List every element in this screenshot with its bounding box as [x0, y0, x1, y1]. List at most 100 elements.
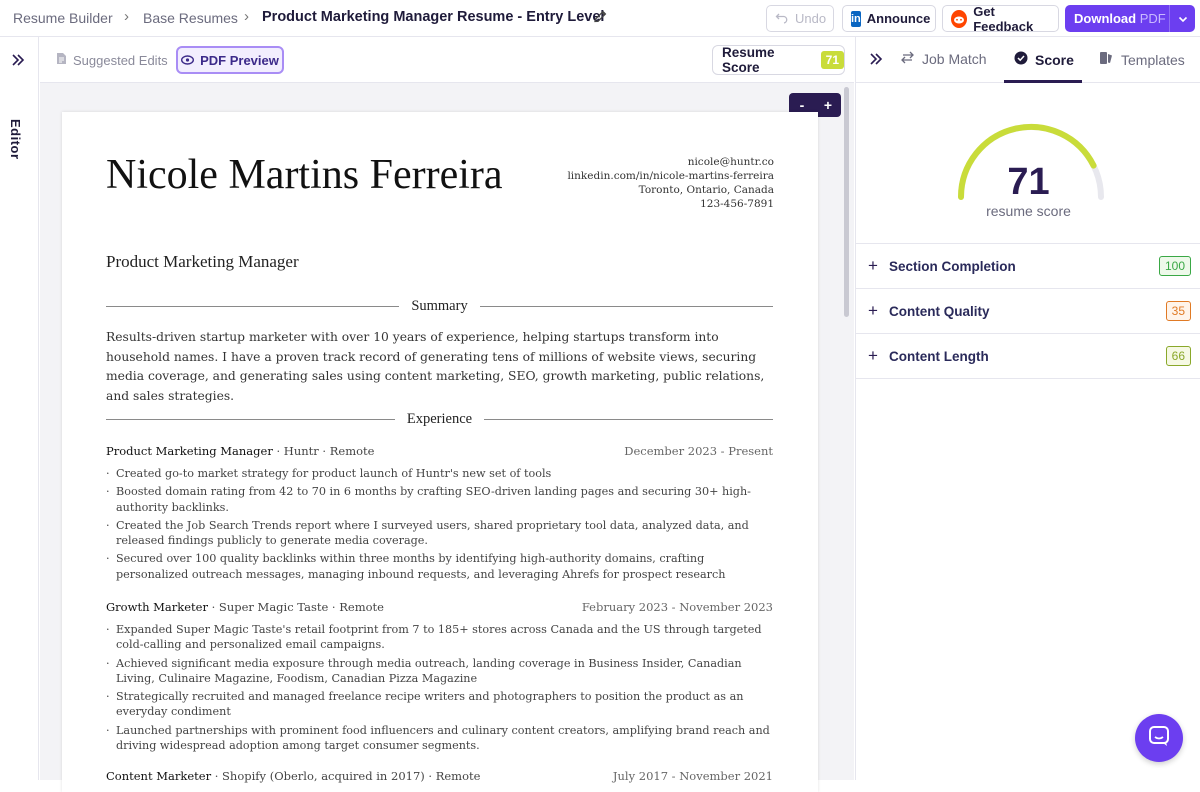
tab-score-label: Score [1035, 51, 1074, 68]
pdf-preview-tab[interactable]: PDF Preview [176, 46, 284, 74]
zoom-in-button[interactable]: + [815, 93, 841, 117]
contact-email: nicole@huntr.co [687, 156, 774, 168]
summary-heading: Summary [106, 298, 774, 315]
score-breakdown: + Section Completion 100 + Content Quali… [856, 243, 1200, 379]
download-pdf-button[interactable]: Download PDF [1065, 5, 1195, 32]
resume-score-label: Resume Score [722, 45, 775, 75]
undo-label: Undo [795, 11, 827, 26]
job-entry: Product Marketing Manager · Huntr · Remo… [106, 444, 773, 585]
resume-score-button[interactable]: Resume Score 71 [712, 45, 845, 75]
contact-linkedin: linkedin.com/in/nicole-martins-ferreira [567, 170, 774, 182]
resume-contact: nicole@huntr.co linkedin.com/in/nicole-m… [567, 155, 774, 211]
job-meta: · Super Magic Taste · Remote [207, 600, 384, 614]
announce-label: Announce [866, 11, 931, 26]
undo-button[interactable]: Undo [766, 5, 834, 32]
divider [479, 306, 774, 307]
plus-icon: + [868, 346, 878, 365]
suggested-edits-label: Suggested Edits [73, 52, 168, 68]
preview-toolbar: Suggested Edits PDF Preview Resume Score… [40, 37, 854, 83]
resume-role: Product Marketing Manager [106, 252, 299, 271]
job-entry: Content Marketer · Shopify (Oberlo, acqu… [106, 769, 773, 783]
job-bullet: Achieved significant media exposure thro… [106, 656, 773, 687]
job-bullet: Secured over 100 quality backlinks withi… [106, 551, 773, 582]
get-feedback-button[interactable]: Get Feedback [942, 3, 1059, 34]
job-bullet: Expanded Super Magic Taste's retail foot… [106, 622, 773, 653]
active-tab-indicator [1004, 80, 1082, 83]
expand-editor-icon[interactable] [11, 53, 25, 72]
score-row-label: Content Quality [889, 303, 990, 319]
panel-tabs: Job Match Score Templates [856, 37, 1200, 83]
linkedin-icon: in [851, 10, 861, 27]
check-badge-icon [1014, 51, 1028, 68]
chat-icon [1148, 725, 1170, 752]
score-row-content-quality[interactable]: + Content Quality 35 [856, 289, 1200, 334]
preview-scrollbar[interactable] [844, 87, 849, 317]
score-panel: Job Match Score Templates 71 resume scor… [855, 37, 1200, 780]
job-bullet: Strategically recruited and managed free… [106, 689, 773, 720]
tab-templates-label: Templates [1121, 51, 1185, 68]
score-row-content-length[interactable]: + Content Length 66 [856, 334, 1200, 379]
job-dates: July 2017 - November 2021 [612, 769, 773, 783]
collapse-panel-icon[interactable] [869, 52, 883, 71]
resume-score-badge: 71 [820, 51, 844, 69]
chevron-right-icon: › [124, 8, 129, 25]
breadcrumb-resume-builder[interactable]: Resume Builder [13, 10, 113, 26]
divider [106, 306, 400, 307]
download-format: PDF [1139, 11, 1166, 26]
score-value: 71 [1007, 161, 1050, 203]
job-meta: · Huntr · Remote [272, 444, 375, 458]
pdf-preview-label: PDF Preview [200, 52, 279, 68]
job-title: Growth Marketer [106, 600, 208, 614]
experience-heading: Experience [106, 411, 773, 428]
download-label: Download [1074, 11, 1137, 26]
job-dates: February 2023 - November 2023 [581, 600, 773, 614]
editor-rail: Editor [0, 37, 39, 780]
tab-job-match[interactable]: Job Match [900, 51, 987, 67]
job-bullet: Created the Job Search Trends report whe… [106, 518, 773, 549]
download-main[interactable]: Download PDF [1065, 11, 1169, 26]
swap-icon [900, 51, 915, 67]
breadcrumb-base-resumes[interactable]: Base Resumes [143, 10, 238, 26]
feedback-label: Get Feedback [973, 3, 1034, 34]
announce-button[interactable]: in Announce [842, 5, 936, 32]
summary-heading-label: Summary [411, 298, 468, 314]
score-row-label: Section Completion [889, 258, 1016, 274]
divider [484, 419, 773, 420]
chevron-right-icon: › [244, 8, 249, 25]
job-bullet: Boosted domain rating from 42 to 70 in 6… [106, 484, 773, 515]
job-meta: · Shopify (Oberlo, acquired in 2017) · R… [211, 769, 481, 783]
job-title: Content Marketer [106, 769, 212, 783]
suggested-edits-tab[interactable]: Suggested Edits [56, 52, 168, 68]
divider [106, 419, 395, 420]
tab-score[interactable]: Score [1014, 51, 1074, 68]
score-row-section-completion[interactable]: + Section Completion 100 [856, 244, 1200, 289]
score-row-label: Content Length [889, 348, 989, 364]
templates-icon [1099, 51, 1114, 68]
preview-area: Suggested Edits PDF Preview Resume Score… [40, 37, 854, 792]
eye-icon [181, 53, 195, 68]
resume-page: Nicole Martins Ferreira Product Marketin… [62, 112, 818, 792]
job-entry: Growth Marketer · Super Magic Taste · Re… [106, 600, 773, 756]
experience-heading-label: Experience [406, 411, 473, 427]
editor-toggle[interactable]: Editor [8, 119, 23, 160]
contact-location: Toronto, Ontario, Canada [638, 184, 774, 196]
edit-title-icon[interactable] [592, 9, 608, 25]
score-row-badge: 100 [1158, 256, 1191, 276]
plus-icon: + [868, 256, 878, 275]
tab-job-match-label: Job Match [922, 51, 987, 67]
contact-phone: 123-456-7891 [700, 198, 774, 210]
job-dates: December 2023 - Present [624, 444, 773, 458]
chevron-down-icon[interactable] [1169, 5, 1195, 32]
chat-support-button[interactable] [1135, 714, 1183, 762]
job-bullet: Launched partnerships with prominent foo… [106, 723, 773, 754]
page-title: Product Marketing Manager Resume - Entry… [262, 9, 605, 25]
job-bullet: Created go-to market strategy for produc… [106, 466, 773, 482]
top-bar: Resume Builder › Base Resumes › Product … [0, 0, 1200, 37]
job-title: Product Marketing Manager [106, 444, 273, 458]
tab-templates[interactable]: Templates [1099, 51, 1185, 68]
document-icon [56, 52, 67, 68]
score-row-badge: 66 [1165, 346, 1191, 366]
plus-icon: + [868, 301, 878, 320]
score-row-badge: 35 [1165, 301, 1191, 321]
resume-name: Nicole Martins Ferreira [106, 152, 503, 198]
